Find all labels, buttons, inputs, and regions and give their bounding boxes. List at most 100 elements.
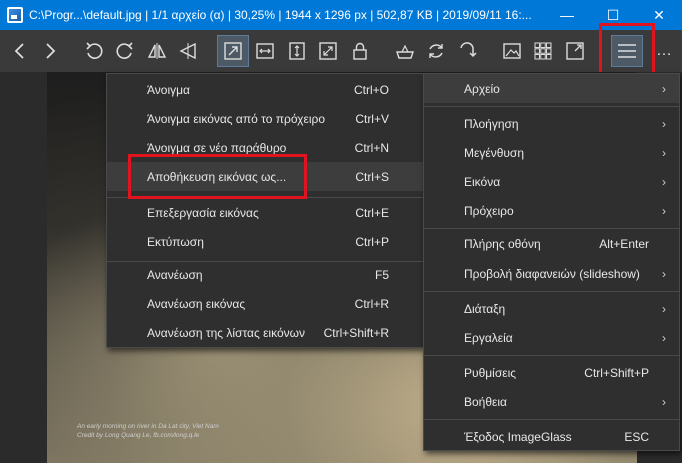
submenu-arrow-icon: › bbox=[662, 203, 666, 218]
toolbar: … bbox=[0, 30, 682, 72]
fullscreen-button[interactable] bbox=[559, 35, 591, 67]
flip-vertical-button[interactable] bbox=[172, 35, 204, 67]
menu-item-shortcut: Ctrl+N bbox=[354, 140, 389, 155]
viewer-margin-left bbox=[0, 72, 47, 463]
save-as-highlight bbox=[128, 154, 307, 199]
fullscreen-icon bbox=[566, 42, 584, 60]
chevron-left-icon bbox=[14, 43, 24, 59]
edit-image-button[interactable] bbox=[389, 35, 421, 67]
chevron-right-icon bbox=[46, 43, 56, 59]
rotate-left-icon bbox=[86, 42, 103, 59]
menu-item-shortcut: Ctrl+O bbox=[353, 82, 389, 97]
minimize-button[interactable]: — bbox=[544, 0, 590, 30]
checkerboard-icon bbox=[534, 42, 552, 60]
menu-item-open[interactable]: Άνοιγμα Ctrl+O bbox=[107, 75, 423, 104]
submenu-arrow-icon: › bbox=[662, 301, 666, 316]
scale-to-width-icon bbox=[256, 43, 274, 59]
menu-item-shortcut: ESC bbox=[624, 429, 649, 444]
menu-item-zoom[interactable]: Μεγένθυση › bbox=[424, 138, 679, 167]
menu-item-shortcut: Ctrl+E bbox=[355, 205, 389, 220]
menu-item-label: Πρόχειρο bbox=[464, 203, 514, 218]
menu-item-tools[interactable]: Εργαλεία › bbox=[424, 323, 679, 352]
menu-item-shortcut: Ctrl+V bbox=[355, 111, 389, 126]
menu-item-shortcut: Alt+Enter bbox=[599, 236, 649, 251]
goto-image-button[interactable] bbox=[452, 35, 484, 67]
previous-image-button[interactable] bbox=[4, 35, 36, 67]
menu-item-label: Ανανέωση bbox=[147, 267, 203, 282]
file-submenu: Άνοιγμα Ctrl+O Άνοιγμα εικόνας από το πρ… bbox=[106, 73, 424, 348]
submenu-arrow-icon: › bbox=[662, 145, 666, 160]
caption-line-1: An early morning on river in Da Lat city… bbox=[77, 423, 219, 430]
menu-item-reload-image[interactable]: Ανανέωση εικόνας Ctrl+R bbox=[107, 289, 423, 318]
menu-item-shortcut: Ctrl+Shift+P bbox=[584, 365, 649, 380]
main-menu: Αρχείο › Πλοήγηση › Μεγένθυση › Εικόνα ›… bbox=[423, 73, 680, 451]
menu-item-image[interactable]: Εικόνα › bbox=[424, 167, 679, 196]
auto-zoom-icon bbox=[224, 42, 242, 60]
lock-zoom-button[interactable] bbox=[344, 35, 376, 67]
rotate-right-icon bbox=[116, 42, 133, 59]
thumbnail-icon bbox=[503, 43, 521, 59]
menu-item-label: Προβολή διαφανειών (slideshow) bbox=[464, 266, 640, 281]
menu-item-label: Πλοήγηση bbox=[464, 116, 519, 131]
menu-item-shortcut: Ctrl+R bbox=[354, 296, 389, 311]
menu-item-label: Επεξεργασία εικόνας bbox=[147, 205, 259, 220]
menu-item-fullscreen[interactable]: Πλήρης οθόνη Alt+Enter bbox=[424, 229, 679, 258]
menu-item-slideshow[interactable]: Προβολή διαφανειών (slideshow) › bbox=[424, 259, 679, 288]
menu-item-label: Εικόνα bbox=[464, 174, 501, 189]
submenu-arrow-icon: › bbox=[662, 81, 666, 96]
menu-separator bbox=[424, 355, 679, 356]
menu-item-exit[interactable]: Έξοδος ImageGlass ESC bbox=[424, 422, 679, 451]
checkerboard-button[interactable] bbox=[527, 35, 559, 67]
scale-to-width-button[interactable] bbox=[249, 35, 281, 67]
window-title: C:\Progr...\default.jpg | 1/1 αρχείο (α)… bbox=[29, 8, 532, 22]
menu-separator bbox=[424, 291, 679, 292]
scale-to-height-icon bbox=[289, 42, 305, 60]
menu-button-highlight bbox=[599, 23, 655, 77]
menu-item-label: Εκτύπωση bbox=[147, 234, 204, 249]
scale-to-fit-button[interactable] bbox=[312, 35, 344, 67]
goto-icon bbox=[460, 42, 477, 58]
menu-item-refresh[interactable]: Ανανέωση F5 bbox=[107, 260, 423, 289]
refresh-icon bbox=[429, 44, 443, 58]
menu-item-shortcut: Ctrl+S bbox=[355, 169, 389, 184]
menu-item-reload-image-list[interactable]: Ανανέωση της λίστας εικόνων Ctrl+Shift+R bbox=[107, 318, 423, 347]
scale-to-height-button[interactable] bbox=[281, 35, 313, 67]
lock-icon bbox=[353, 42, 367, 60]
menu-item-shortcut: Ctrl+Shift+R bbox=[323, 325, 389, 340]
menu-item-shortcut: Ctrl+P bbox=[355, 234, 389, 249]
menu-item-help[interactable]: Βοήθεια › bbox=[424, 387, 679, 416]
menu-item-label: Ανανέωση της λίστας εικόνων bbox=[147, 325, 305, 340]
rotate-right-button[interactable] bbox=[109, 35, 141, 67]
menu-item-navigation[interactable]: Πλοήγηση › bbox=[424, 109, 679, 138]
menu-item-label: Άνοιγμα bbox=[147, 82, 190, 97]
flip-vertical-icon bbox=[179, 42, 196, 60]
thumbnail-bar-button[interactable] bbox=[496, 35, 528, 67]
caption-line-2: Credit by Long Quang Le, fb.com/long.q.l… bbox=[77, 432, 200, 439]
submenu-arrow-icon: › bbox=[662, 266, 666, 281]
menu-item-open-from-clipboard[interactable]: Άνοιγμα εικόνας από το πρόχειρο Ctrl+V bbox=[107, 104, 423, 133]
menu-item-print[interactable]: Εκτύπωση Ctrl+P bbox=[107, 227, 423, 256]
menu-item-label: Άνοιγμα σε νέο παράθυρο bbox=[147, 140, 287, 155]
menu-item-edit-image[interactable]: Επεξεργασία εικόνας Ctrl+E bbox=[107, 198, 423, 227]
auto-zoom-button[interactable] bbox=[217, 35, 249, 67]
refresh-button[interactable] bbox=[420, 35, 452, 67]
flip-horizontal-icon bbox=[147, 43, 167, 59]
menu-item-file[interactable]: Αρχείο › bbox=[424, 74, 679, 103]
menu-item-label: Αρχείο bbox=[464, 81, 500, 96]
menu-item-clipboard[interactable]: Πρόχειρο › bbox=[424, 196, 679, 225]
menu-item-label: Άνοιγμα εικόνας από το πρόχειρο bbox=[147, 111, 325, 126]
imageglass-app-icon bbox=[7, 7, 23, 23]
menu-item-settings[interactable]: Ρυθμίσεις Ctrl+Shift+P bbox=[424, 358, 679, 387]
submenu-arrow-icon: › bbox=[662, 174, 666, 189]
submenu-arrow-icon: › bbox=[662, 394, 666, 409]
menu-item-layout[interactable]: Διάταξη › bbox=[424, 294, 679, 323]
menu-item-label: Ανανέωση εικόνας bbox=[147, 296, 246, 311]
submenu-arrow-icon: › bbox=[662, 116, 666, 131]
menu-item-label: Έξοδος ImageGlass bbox=[464, 429, 572, 444]
menu-item-shortcut: F5 bbox=[374, 267, 389, 282]
flip-horizontal-button[interactable] bbox=[141, 35, 173, 67]
rotate-left-button[interactable] bbox=[78, 35, 110, 67]
menu-item-label: Βοήθεια bbox=[464, 394, 507, 409]
next-image-button[interactable] bbox=[34, 35, 66, 67]
menu-separator bbox=[424, 106, 679, 107]
